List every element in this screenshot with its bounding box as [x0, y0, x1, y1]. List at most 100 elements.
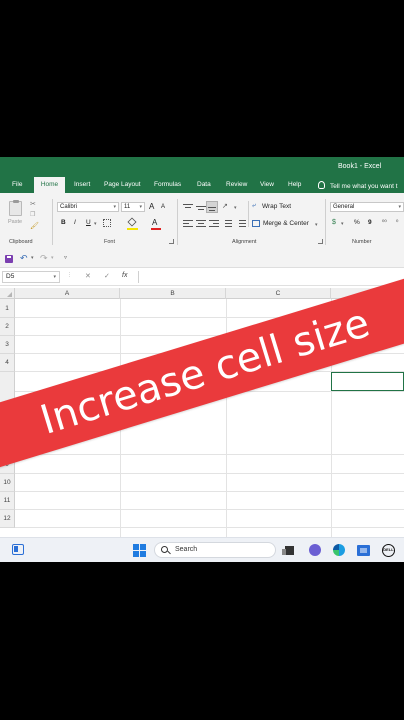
column-header-c[interactable]: C [226, 288, 331, 299]
customize-qat-icon[interactable]: ▿ [64, 254, 67, 261]
taskbar-search[interactable]: Search [154, 542, 276, 558]
row-header-11[interactable]: 11 [0, 492, 15, 510]
grid-line [15, 473, 404, 474]
grow-font-button[interactable]: A [149, 202, 154, 211]
row-header-3[interactable]: 3 [0, 336, 15, 354]
undo-icon[interactable]: ↶ [20, 253, 28, 264]
teams-icon[interactable] [309, 544, 321, 556]
row-header-2[interactable]: 2 [0, 318, 15, 336]
chevron-down-icon[interactable]: ▾ [315, 222, 318, 228]
dell-icon[interactable]: DELL [382, 544, 395, 557]
chevron-down-icon[interactable]: ▾ [234, 205, 237, 211]
title-bar: Book1 - Excel [0, 157, 404, 177]
task-view-icon[interactable] [282, 546, 294, 555]
number-group-label: Number [352, 239, 372, 245]
comma-style-button[interactable]: 9 [368, 219, 372, 226]
align-right-icon[interactable] [209, 218, 219, 228]
divider [177, 199, 178, 245]
windows-start-icon[interactable] [133, 544, 146, 557]
lightbulb-icon [318, 181, 325, 189]
formula-input[interactable] [138, 271, 404, 283]
divider [52, 199, 53, 245]
format-painter-icon[interactable]: 🖌 [30, 222, 39, 230]
merge-center-icon [252, 220, 260, 227]
confirm-entry-icon[interactable]: ✓ [104, 272, 110, 280]
tab-insert[interactable]: Insert [74, 181, 90, 188]
align-center-icon[interactable] [196, 218, 206, 228]
grid-line [15, 491, 404, 492]
font-size-select[interactable]: 11 ▾ [121, 202, 145, 212]
tab-file[interactable]: File [12, 181, 22, 188]
cancel-entry-icon[interactable]: ✕ [85, 272, 91, 280]
underline-button[interactable]: U [86, 219, 91, 226]
tab-review[interactable]: Review [226, 181, 247, 188]
accounting-format-icon[interactable]: $ [332, 219, 336, 226]
edge-icon[interactable] [333, 544, 345, 556]
align-left-icon[interactable] [183, 218, 193, 228]
select-all-button[interactable] [0, 288, 15, 299]
redo-icon[interactable]: ↷ [40, 253, 48, 264]
decrease-indent-icon[interactable] [222, 218, 232, 228]
merge-center-button[interactable]: Merge & Center [263, 220, 309, 227]
top-align-icon[interactable] [183, 203, 193, 213]
grid-line [15, 454, 404, 455]
tab-page-layout[interactable]: Page Layout [104, 181, 141, 188]
active-cell-d5[interactable] [331, 372, 404, 391]
chevron-down-icon: ▾ [398, 204, 401, 210]
font-color-bar [151, 228, 161, 230]
decimal-icon[interactable]: ⁰ [396, 219, 398, 226]
more-icon: ⋮ [67, 272, 72, 278]
chevron-down-icon[interactable]: ▾ [94, 221, 97, 227]
tab-data[interactable]: Data [197, 181, 211, 188]
font-color-button[interactable]: A [152, 218, 157, 227]
store-icon[interactable] [357, 545, 370, 556]
save-icon[interactable] [5, 255, 13, 263]
font-name-select[interactable]: Calibri ▾ [57, 202, 119, 212]
row-header-12[interactable]: 12 [0, 510, 15, 528]
name-box[interactable]: D5 ▾ [2, 271, 60, 283]
quick-access-toolbar: ↶ ▾ ↷ ▾ ▿ [0, 250, 404, 268]
tab-view[interactable]: View [260, 181, 274, 188]
divider [325, 199, 326, 245]
row-header-1[interactable]: 1 [0, 299, 15, 318]
column-header-b[interactable]: B [120, 288, 226, 299]
chevron-down-icon[interactable]: ▾ [31, 255, 34, 261]
chevron-down-icon[interactable]: ▾ [51, 255, 54, 261]
percent-style-button[interactable]: % [354, 219, 360, 226]
middle-align-icon[interactable] [196, 203, 206, 213]
copy-icon[interactable]: ❐ [30, 211, 35, 218]
tab-home[interactable]: Home [34, 177, 65, 193]
window-title: Book1 - Excel [338, 163, 382, 170]
alignment-dialog-launcher[interactable] [318, 239, 323, 244]
wrap-text-button[interactable]: Wrap Text [262, 203, 291, 210]
cut-icon[interactable]: ✂ [30, 200, 36, 208]
paste-icon[interactable] [9, 200, 22, 216]
insert-function-icon[interactable]: fx [122, 272, 127, 279]
row-header-4[interactable]: 4 [0, 354, 15, 372]
row-header-10[interactable]: 10 [0, 474, 15, 492]
number-format-select[interactable]: General ▾ [330, 202, 404, 212]
windows-taskbar: Search DELL [0, 537, 404, 562]
chevron-down-icon: ▾ [53, 274, 56, 280]
number-format-value: General [333, 204, 355, 210]
borders-icon[interactable] [103, 219, 111, 227]
bottom-align-icon[interactable] [206, 201, 218, 213]
clipboard-group-label: Clipboard [9, 239, 33, 245]
increase-indent-icon[interactable] [236, 218, 246, 228]
paste-button[interactable]: Paste [8, 219, 22, 225]
tell-me-text: Tell me what you want t [330, 183, 398, 190]
orientation-icon[interactable]: ↗ [222, 202, 228, 210]
bold-button[interactable]: B [61, 219, 66, 226]
ribbon-tabs: File Home Insert Page Layout Formulas Da… [0, 177, 404, 193]
wrap-text-icon: ⤶ [252, 202, 256, 209]
tell-me-box[interactable]: Tell me what you want t [318, 181, 398, 190]
widgets-icon[interactable] [12, 544, 24, 555]
italic-button[interactable]: I [74, 219, 76, 226]
shrink-font-button[interactable]: A [161, 204, 165, 210]
tab-formulas[interactable]: Formulas [154, 181, 181, 188]
chevron-down-icon[interactable]: ▾ [341, 221, 344, 227]
tab-help[interactable]: Help [288, 181, 301, 188]
decimal-icon[interactable]: ⁰⁰ [382, 219, 387, 226]
column-header-a[interactable]: A [15, 288, 120, 299]
font-dialog-launcher[interactable] [169, 239, 174, 244]
